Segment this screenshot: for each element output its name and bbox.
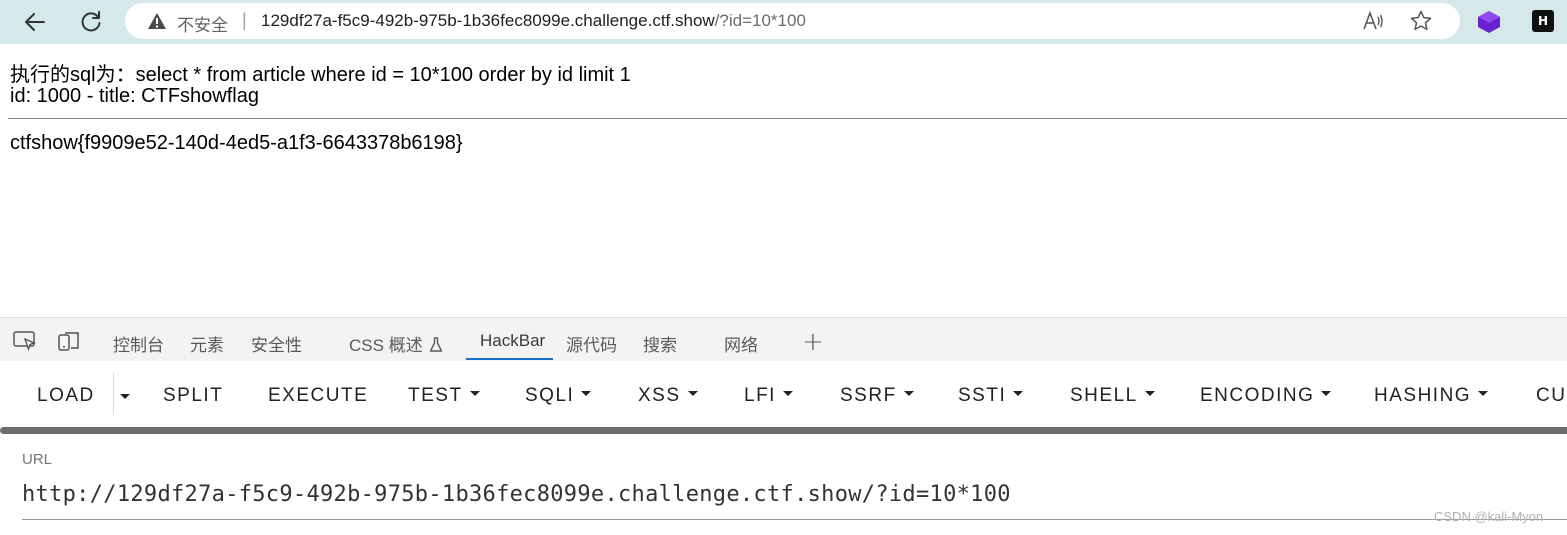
browser-toolbar: 不安全 | 129df27a-f5c9-492b-975b-1b36fec809… (0, 0, 1567, 44)
tab-css-overview[interactable]: CSS 概述 (349, 331, 443, 356)
url-field[interactable]: http://129df27a-f5c9-492b-975b-1b36fec80… (22, 482, 1011, 507)
flask-icon (429, 337, 442, 352)
tab-search[interactable]: 搜索 (643, 331, 677, 356)
sql-query-text: 执行的sql为：select * from article where id =… (10, 64, 631, 86)
inspect-element-icon[interactable] (12, 330, 38, 352)
tab-console[interactable]: 控制台 (113, 331, 164, 356)
hackbar-execute-button[interactable]: EXECUTE (268, 385, 368, 407)
menu-label: TEST (408, 385, 463, 406)
address-separator: | (242, 10, 247, 30)
add-tab-icon[interactable]: + (802, 327, 824, 357)
hackbar-ssti-menu[interactable]: SSTI (958, 385, 1024, 407)
menu-label: SSTI (958, 385, 1007, 406)
watermark: CSDN @kali-Myon (1434, 509, 1544, 524)
hackbar-lfi-menu[interactable]: LFI (744, 385, 793, 407)
hackbar-sqli-menu[interactable]: SQLI (525, 385, 592, 407)
hackbar-test-menu[interactable]: TEST (408, 385, 480, 407)
menu-label: SSRF (840, 385, 897, 406)
tab-security[interactable]: 安全性 (251, 331, 302, 356)
hackbar-load-button[interactable]: LOAD (37, 385, 95, 407)
caret-down-icon (1478, 391, 1489, 397)
read-aloud-icon[interactable] (1361, 9, 1385, 33)
reload-icon[interactable] (76, 7, 106, 37)
tab-css-overview-label: CSS 概述 (349, 336, 423, 355)
flag-text: ctfshow{f9909e52-140d-4ed5-a1f3-6643378b… (10, 132, 463, 154)
url-field-label: URL (22, 451, 53, 468)
hackbar-encoding-menu[interactable]: ENCODING (1200, 385, 1332, 407)
caret-down-icon (782, 391, 793, 397)
menu-label: HASHING (1374, 385, 1472, 406)
hackbar-scrollbar[interactable] (0, 427, 1567, 434)
hackbar-split-button[interactable]: SPLIT (163, 385, 223, 407)
caret-down-icon (581, 391, 592, 397)
hackbar-custom-menu[interactable]: CUS (1536, 385, 1567, 407)
menu-label: ENCODING (1200, 385, 1315, 406)
back-arrow-icon[interactable] (20, 7, 50, 37)
warning-icon[interactable] (147, 11, 167, 31)
address-url[interactable]: 129df27a-f5c9-492b-975b-1b36fec8099e.cha… (261, 11, 806, 31)
menu-divider (113, 373, 114, 415)
caret-down-icon (903, 391, 914, 397)
caret-down-icon (1013, 391, 1024, 397)
query-result-text: id: 1000 - title: CTFshowflag (10, 85, 259, 107)
security-label[interactable]: 不安全 (177, 11, 228, 36)
tab-elements[interactable]: 元素 (190, 331, 224, 356)
menu-label: SHELL (1070, 385, 1138, 406)
caret-down-icon (1321, 391, 1332, 397)
url-host: 129df27a-f5c9-492b-975b-1b36fec8099e.cha… (261, 11, 715, 30)
caret-down-icon (469, 391, 480, 397)
load-dropdown-caret-icon[interactable] (120, 394, 130, 399)
url-query: /?id=10*100 (714, 11, 806, 30)
address-bar[interactable]: 不安全 | 129df27a-f5c9-492b-975b-1b36fec809… (125, 3, 1460, 39)
h-extension-icon[interactable]: H (1532, 10, 1554, 32)
hackbar-hashing-menu[interactable]: HASHING (1374, 385, 1489, 407)
caret-down-icon (1144, 391, 1155, 397)
purple-extension-icon[interactable] (1476, 9, 1502, 35)
url-field-underline (22, 519, 1567, 520)
tab-sources[interactable]: 源代码 (566, 331, 617, 356)
tab-network[interactable]: 网络 (724, 331, 758, 356)
active-tab-indicator (466, 358, 553, 360)
horizontal-rule (8, 118, 1567, 119)
hackbar-xss-menu[interactable]: XSS (638, 385, 698, 407)
hackbar-shell-menu[interactable]: SHELL (1070, 385, 1155, 407)
menu-label: LFI (744, 385, 776, 406)
star-icon[interactable] (1409, 9, 1433, 33)
devtools-tab-strip: 控制台 元素 安全性 CSS 概述 HackBar 源代码 搜索 网络 + (0, 317, 1567, 361)
hackbar-ssrf-menu[interactable]: SSRF (840, 385, 914, 407)
menu-label: SQLI (525, 385, 575, 406)
hackbar-menu: LOAD SPLIT EXECUTE TEST SQLI XSS LFI SSR… (0, 361, 1567, 427)
tab-hackbar[interactable]: HackBar (480, 331, 545, 351)
caret-down-icon (687, 391, 698, 397)
device-emulation-icon[interactable] (56, 330, 82, 352)
menu-label: XSS (638, 385, 681, 406)
